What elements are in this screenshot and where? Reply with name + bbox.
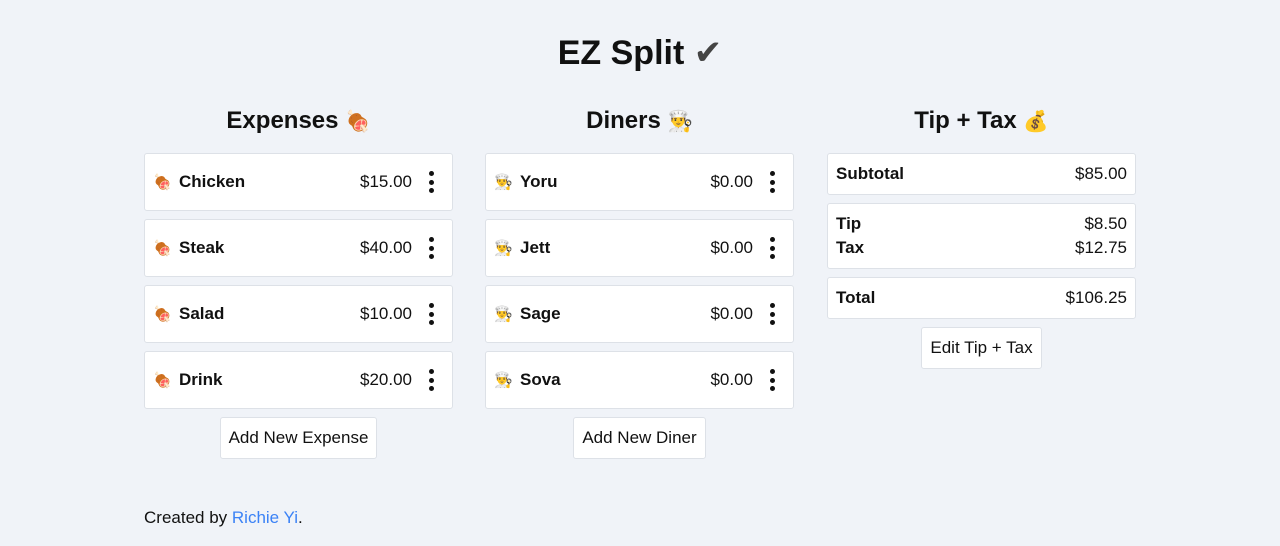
more-options-icon[interactable] [424,369,438,391]
tax-row: Tax $12.75 [836,236,1127,260]
expenses-heading: Expenses 🍖 [144,104,453,138]
more-options-icon[interactable] [424,237,438,259]
tip-value: $8.50 [1084,214,1127,233]
more-options-icon[interactable] [424,303,438,325]
expenses-heading-text: Expenses [226,107,339,134]
diner-item[interactable]: 👨‍🍳 Sage $0.00 [485,285,794,343]
diner-amount: $0.00 [710,238,753,257]
money-bag-icon: 💰 [1023,109,1049,133]
diner-amount: $0.00 [710,172,753,191]
footer-suffix: . [298,508,303,527]
checkmark-icon: ✔ [693,33,723,73]
subtotal-value: $85.00 [1075,164,1127,183]
tiptax-summary: Subtotal $85.00 Tip $8.50 Tax $12.75 Tot… [827,153,1136,319]
total-row: Total $106.25 [836,286,1127,310]
subtotal-label: Subtotal [836,164,904,183]
total-label: Total [836,288,876,307]
expense-item[interactable]: 🍖 Salad $10.00 [144,285,453,343]
expense-amount: $15.00 [360,172,412,191]
meat-icon: 🍖 [153,239,172,257]
more-options-icon[interactable] [765,237,779,259]
diner-amount: $0.00 [710,304,753,323]
add-diner-button[interactable]: Add New Diner [573,417,706,459]
chef-icon: 👨‍🍳 [494,239,513,257]
add-expense-button[interactable]: Add New Expense [219,417,378,459]
more-options-icon[interactable] [765,171,779,193]
more-options-icon[interactable] [424,171,438,193]
expense-amount: $40.00 [360,238,412,257]
diner-item[interactable]: 👨‍🍳 Sova $0.00 [485,351,794,409]
footer-prefix: Created by [144,508,232,527]
app-title-text: EZ Split [557,34,685,72]
chef-icon: 👨‍🍳 [494,305,513,323]
app-title: EZ Split ✔ [0,30,1280,76]
tax-value: $12.75 [1075,238,1127,257]
expense-name: Chicken [179,172,246,191]
author-link[interactable]: Richie Yi [232,508,298,527]
expense-item[interactable]: 🍖 Chicken $15.00 [144,153,453,211]
footer: Created by Richie Yi. [144,508,303,528]
expense-item[interactable]: 🍖 Steak $40.00 [144,219,453,277]
expense-name: Drink [179,370,223,389]
meat-icon: 🍖 [153,305,172,323]
diner-list: 👨‍🍳 Yoru $0.00 👨‍🍳 Jett $0.00 👨‍🍳 Sage $… [485,153,794,409]
more-options-icon[interactable] [765,303,779,325]
more-options-icon[interactable] [765,369,779,391]
expenses-column: Expenses 🍖 🍖 Chicken $15.00 🍖 Steak $40.… [144,104,453,459]
diners-heading: Diners 👨‍🍳 [485,104,794,138]
tip-label: Tip [836,214,862,233]
diner-item[interactable]: 👨‍🍳 Yoru $0.00 [485,153,794,211]
tiptax-heading-text: Tip + Tax [914,107,1017,134]
diner-name: Jett [520,238,551,257]
tip-row: Tip $8.50 [836,212,1127,236]
diner-amount: $0.00 [710,370,753,389]
expense-name: Steak [179,238,225,257]
diner-name: Yoru [520,172,558,191]
chef-icon: 👨‍🍳 [494,173,513,191]
chef-icon: 👨‍🍳 [667,109,693,133]
diner-name: Sage [520,304,561,323]
meat-icon: 🍖 [345,109,371,133]
subtotal-card: Subtotal $85.00 [827,153,1136,195]
expense-amount: $20.00 [360,370,412,389]
tiptax-column: Tip + Tax 💰 Subtotal $85.00 Tip $8.50 Ta… [827,104,1136,369]
expense-name: Salad [179,304,225,323]
subtotal-row: Subtotal $85.00 [836,162,1127,186]
tax-label: Tax [836,238,865,257]
diner-name: Sova [520,370,561,389]
chef-icon: 👨‍🍳 [494,371,513,389]
meat-icon: 🍖 [153,371,172,389]
expense-list: 🍖 Chicken $15.00 🍖 Steak $40.00 🍖 Salad … [144,153,453,409]
meat-icon: 🍖 [153,173,172,191]
expense-item[interactable]: 🍖 Drink $20.00 [144,351,453,409]
diners-heading-text: Diners [586,107,661,134]
edit-tip-tax-button[interactable]: Edit Tip + Tax [921,327,1042,369]
diners-column: Diners 👨‍🍳 👨‍🍳 Yoru $0.00 👨‍🍳 Jett $0.00… [485,104,794,459]
expense-amount: $10.00 [360,304,412,323]
total-value: $106.25 [1065,288,1127,307]
total-card: Total $106.25 [827,277,1136,319]
tip-tax-card: Tip $8.50 Tax $12.75 [827,203,1136,269]
tiptax-heading: Tip + Tax 💰 [827,104,1136,138]
diner-item[interactable]: 👨‍🍳 Jett $0.00 [485,219,794,277]
